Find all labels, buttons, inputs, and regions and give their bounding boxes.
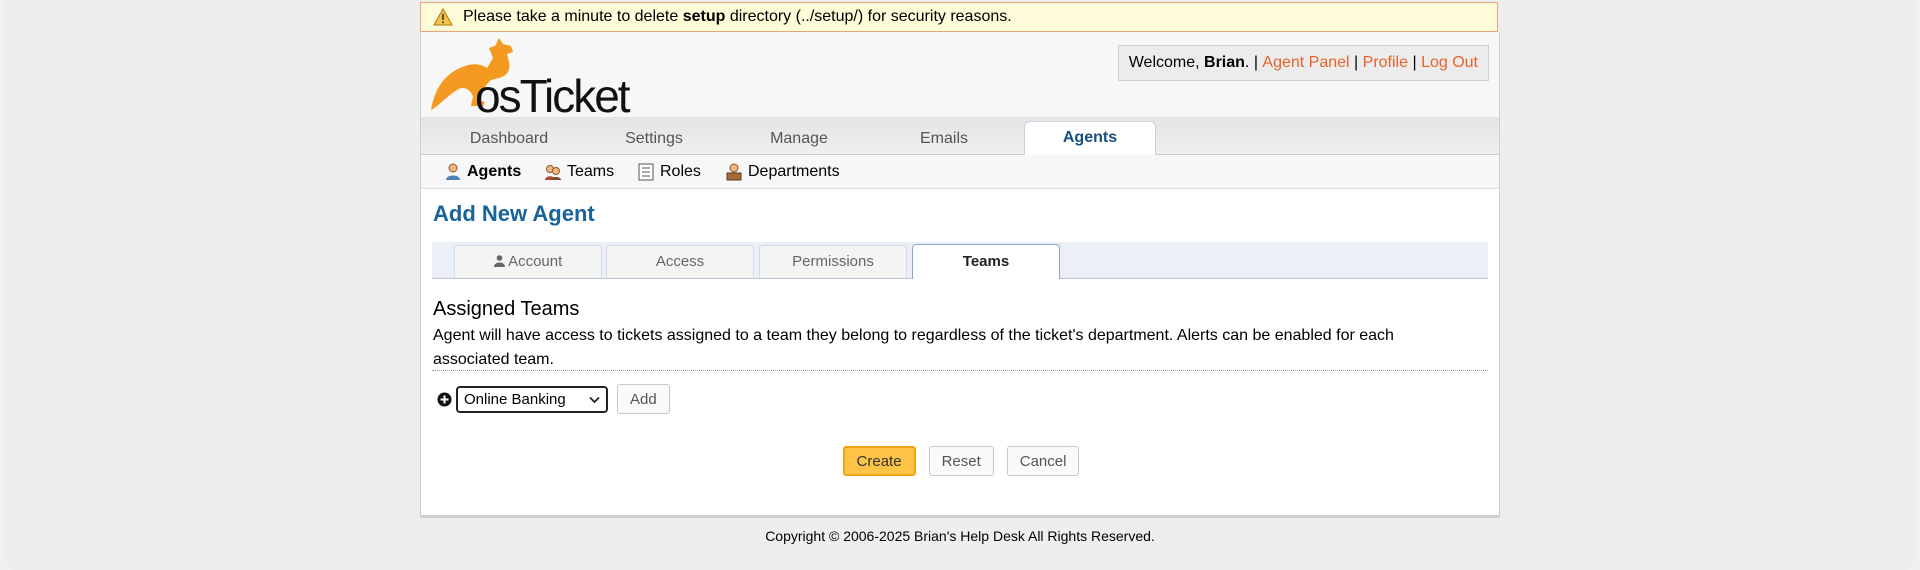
- welcome-text: Welcome,: [1128, 54, 1205, 71]
- create-button[interactable]: Create: [842, 446, 916, 476]
- cancel-button[interactable]: Cancel: [1006, 446, 1080, 476]
- tab-teams[interactable]: Teams: [912, 244, 1060, 279]
- tab-access[interactable]: Access: [606, 245, 754, 278]
- welcome-box: Welcome, Brian. | Agent Panel | Profile …: [1117, 45, 1489, 81]
- setup-warning-banner: Please take a minute to delete setup dir…: [420, 2, 1498, 32]
- subnav-item-roles[interactable]: Roles: [638, 155, 701, 189]
- team-select[interactable]: Online Banking: [456, 385, 608, 413]
- nav-tab-emails[interactable]: Emails: [874, 123, 1014, 155]
- department-icon: [726, 163, 742, 181]
- warning-icon: [433, 8, 453, 26]
- agent-icon: [445, 163, 461, 181]
- divider: [432, 370, 1488, 371]
- main-nav: Dashboard Settings Manage Emails Agents: [420, 117, 1500, 156]
- footer-copyright: Copyright © 2006-2025 Brian's Help Desk …: [765, 528, 1155, 544]
- subnav-item-teams[interactable]: Teams: [545, 155, 614, 189]
- add-team-row: Online Banking Add: [437, 384, 670, 414]
- tab-permissions[interactable]: Permissions: [759, 245, 907, 278]
- page-title: Add New Agent: [433, 201, 595, 226]
- svg-text:osTicket: osTicket: [475, 70, 631, 116]
- nav-tab-manage[interactable]: Manage: [729, 123, 869, 155]
- footer-divider: [420, 515, 1500, 518]
- add-team-button[interactable]: Add: [617, 384, 670, 414]
- agent-form-tabs: Account Access Permissions Teams: [432, 242, 1488, 279]
- plus-circle-icon: [437, 392, 452, 407]
- sub-nav: Agents Teams Roles Departments: [420, 155, 1500, 189]
- form-actions: Create Reset Cancel: [421, 446, 1501, 476]
- section-description: Agent will have access to tickets assign…: [433, 327, 1394, 368]
- subnav-item-agents[interactable]: Agents: [445, 155, 521, 189]
- roles-icon: [638, 163, 654, 181]
- warning-message: Please take a minute to delete setup dir…: [463, 8, 1012, 25]
- user-icon: [493, 253, 505, 270]
- subnav-item-departments[interactable]: Departments: [726, 155, 840, 189]
- tab-account[interactable]: Account: [454, 245, 602, 278]
- reset-button[interactable]: Reset: [928, 446, 994, 476]
- nav-tab-dashboard[interactable]: Dashboard: [439, 123, 579, 155]
- profile-link[interactable]: Profile: [1363, 54, 1408, 72]
- nav-tab-settings[interactable]: Settings: [584, 123, 724, 155]
- section-title: Assigned Teams: [433, 298, 580, 320]
- main-content: Add New Agent Account Access Permissions…: [420, 189, 1500, 516]
- agent-panel-link[interactable]: Agent Panel: [1262, 54, 1349, 72]
- header: osTicket Welcome, Brian. | Agent Panel |…: [420, 32, 1500, 122]
- chevron-down-icon: [589, 391, 600, 408]
- osticket-logo[interactable]: osTicket: [429, 36, 659, 122]
- teams-icon: [545, 163, 561, 181]
- nav-tab-agents[interactable]: Agents: [1024, 121, 1156, 156]
- user-name: Brian: [1204, 54, 1245, 71]
- logout-link[interactable]: Log Out: [1421, 54, 1478, 72]
